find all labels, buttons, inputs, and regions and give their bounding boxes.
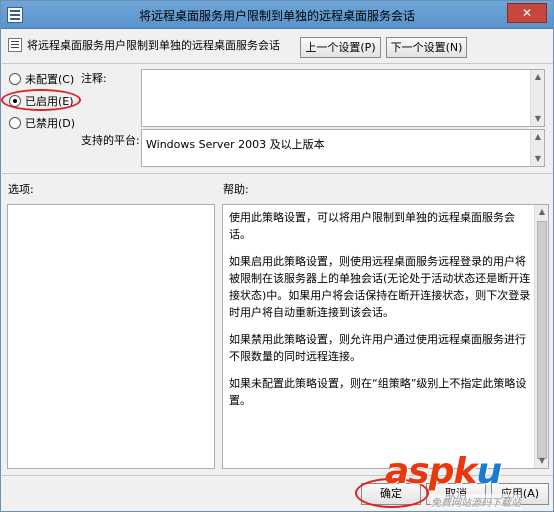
- policy-name-label: 将远程桌面服务用户限制到单独的远程桌面服务会话: [27, 39, 280, 52]
- scroll-down-arrow-icon[interactable]: ▼: [531, 152, 545, 166]
- group-policy-dialog: 将远程桌面服务用户限制到单独的远程桌面服务会话 ✕ 将远程桌面服务用户限制到单独…: [0, 0, 554, 512]
- radio-circle-icon[interactable]: [9, 117, 21, 129]
- next-setting-button[interactable]: 下一个设置(N): [386, 37, 467, 58]
- radio-disabled[interactable]: 已禁用(D): [9, 115, 75, 131]
- help-paragraph: 使用此策略设置，可以将用户限制到单独的远程桌面服务会话。: [229, 211, 515, 241]
- help-scrollbar[interactable]: ▲ ▼: [534, 205, 548, 468]
- comment-textarea[interactable]: ▲ ▼: [141, 69, 545, 127]
- platform-label: 支持的平台:: [81, 134, 140, 147]
- platform-box: Windows Server 2003 及以上版本 ▲ ▼: [141, 129, 545, 167]
- site-watermark-logo: aspku: [385, 451, 502, 492]
- help-label: 帮助:: [223, 183, 249, 196]
- close-button[interactable]: ✕: [507, 3, 547, 23]
- options-panel: [7, 204, 215, 469]
- scroll-up-arrow-icon[interactable]: ▲: [535, 205, 549, 219]
- help-paragraph: 如果未配置此策略设置，则在“组策略”级别上不指定此策略设置。: [229, 377, 527, 407]
- help-text: 使用此策略设置，可以将用户限制到单独的远程桌面服务会话。 如果启用此策略设置，则…: [229, 209, 531, 419]
- comment-scrollbar[interactable]: ▲ ▼: [530, 70, 544, 126]
- scroll-up-arrow-icon[interactable]: ▲: [531, 130, 545, 144]
- policy-setting-icon: [8, 38, 22, 52]
- scroll-up-arrow-icon[interactable]: ▲: [531, 70, 545, 84]
- options-label: 选项:: [8, 183, 34, 196]
- radio-circle-icon[interactable]: [9, 73, 21, 85]
- title-bar[interactable]: 将远程桌面服务用户限制到单独的远程桌面服务会话 ✕: [1, 1, 553, 29]
- comment-label: 注释:: [81, 72, 107, 85]
- scroll-down-arrow-icon[interactable]: ▼: [535, 454, 549, 468]
- window-title: 将远程桌面服务用户限制到单独的远程桌面服务会话: [138, 9, 415, 23]
- help-panel: 使用此策略设置，可以将用户限制到单独的远程桌面服务会话。 如果启用此策略设置，则…: [222, 204, 549, 469]
- highlight-ellipse-enabled: [1, 89, 81, 111]
- radio-label: 未配置(C): [25, 73, 75, 86]
- help-scroll-thumb[interactable]: [537, 221, 547, 459]
- help-paragraph: 如果禁用此策略设置，则允许用户通过使用远程桌面服务进行不限数量的同时远程连接。: [229, 333, 526, 363]
- policy-window-icon: [7, 7, 23, 23]
- site-watermark-subtitle: 免费网站源码下载站: [431, 494, 521, 509]
- radio-label: 已禁用(D): [25, 117, 76, 130]
- mid-separator: [2, 173, 553, 174]
- previous-setting-button[interactable]: 上一个设置(P): [300, 37, 381, 58]
- platform-scrollbar[interactable]: ▲ ▼: [530, 130, 544, 166]
- scroll-down-arrow-icon[interactable]: ▼: [531, 112, 545, 126]
- radio-not-configured[interactable]: 未配置(C): [9, 71, 74, 87]
- help-paragraph: 如果启用此策略设置，则使用远程桌面服务远程登录的用户将被限制在该服务器上的单独会…: [229, 255, 531, 319]
- header-separator: [2, 63, 553, 64]
- platform-value: Windows Server 2003 及以上版本: [146, 138, 325, 151]
